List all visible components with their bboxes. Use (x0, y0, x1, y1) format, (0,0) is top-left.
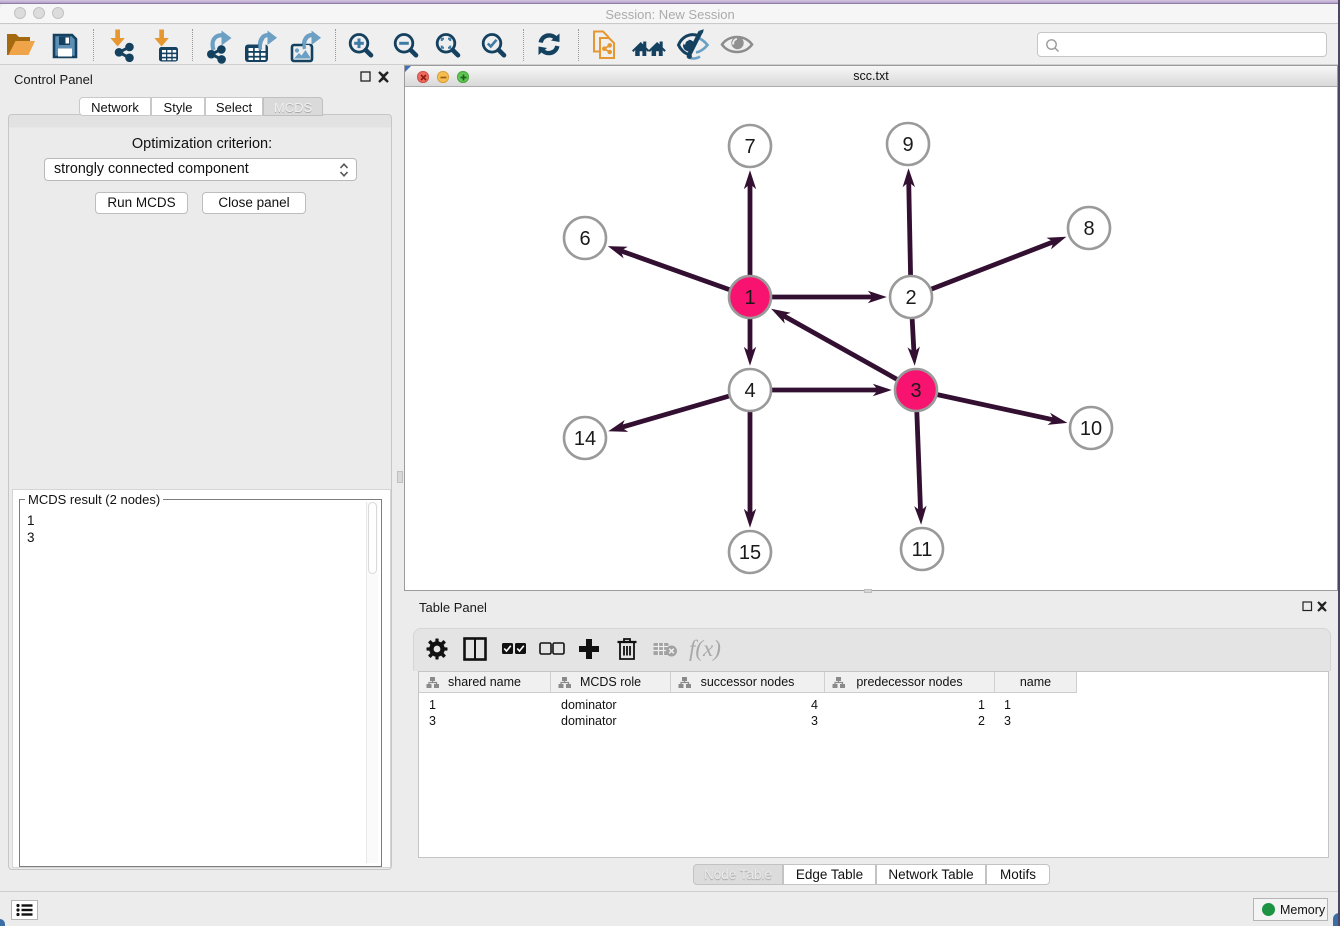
svg-text:7: 7 (744, 136, 755, 158)
svg-text:f(x): f(x) (689, 636, 721, 661)
svg-text:4: 4 (744, 380, 755, 402)
svg-text:11: 11 (912, 539, 933, 561)
svg-text:14: 14 (574, 428, 596, 450)
svg-text:3: 3 (910, 380, 921, 402)
svg-text:15: 15 (739, 542, 761, 564)
svg-text:2: 2 (905, 287, 916, 309)
svg-text:10: 10 (1080, 418, 1102, 440)
svg-text:6: 6 (579, 228, 590, 250)
svg-text:8: 8 (1083, 218, 1094, 240)
svg-text:1: 1 (744, 287, 755, 309)
svg-text:9: 9 (902, 134, 913, 156)
